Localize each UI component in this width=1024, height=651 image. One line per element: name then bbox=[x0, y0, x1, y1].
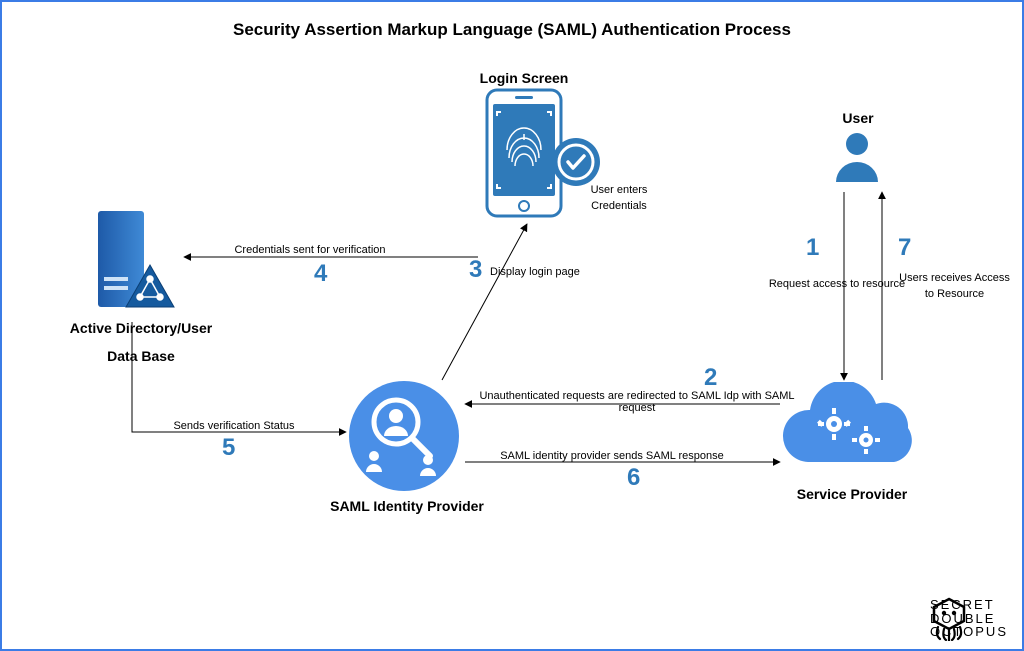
step-5-num: 5 bbox=[222, 434, 235, 462]
step-1-num: 1 bbox=[806, 234, 819, 262]
step-7-label-l1: Users receives Access bbox=[892, 272, 1017, 284]
step-6-num: 6 bbox=[627, 464, 640, 492]
step-1-label: Request access to resource bbox=[762, 278, 912, 290]
step-7-num: 7 bbox=[898, 234, 911, 262]
step-4-label: Credentials sent for verification bbox=[210, 244, 410, 256]
step-7-label-l2: to Resource bbox=[892, 288, 1017, 300]
step-2-num: 2 bbox=[704, 364, 717, 392]
step-2-label: Unauthenticated requests are redirected … bbox=[472, 390, 802, 414]
step-6-label: SAML identity provider sends SAML respon… bbox=[482, 450, 742, 462]
step-3-label: Display login page bbox=[490, 266, 600, 278]
step-4-num: 4 bbox=[314, 260, 327, 288]
step-3-num: 3 bbox=[469, 256, 482, 284]
octopus-icon bbox=[930, 597, 968, 641]
arrows-layer bbox=[2, 2, 1022, 649]
diagram-frame: Security Assertion Markup Language (SAML… bbox=[0, 0, 1024, 651]
step-5-label: Sends verification Status bbox=[154, 420, 314, 432]
brand-logo: SECRET DOUBLE OCTOPUS bbox=[930, 598, 1008, 639]
